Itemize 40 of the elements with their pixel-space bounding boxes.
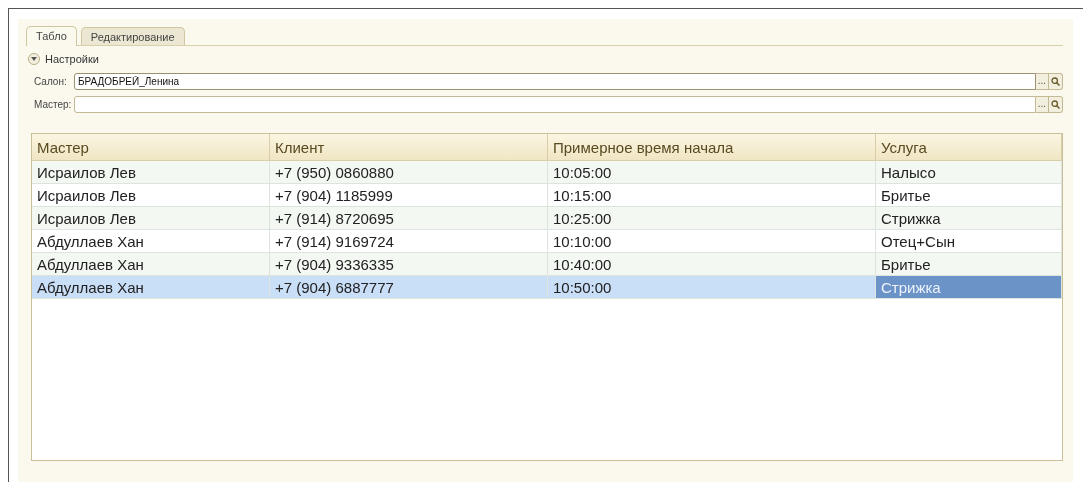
table-cell[interactable]: Бритье [876, 253, 1062, 276]
field-label: Салон: [34, 75, 68, 87]
table-cell[interactable]: Исраилов Лев [32, 207, 270, 230]
table-cell[interactable]: +7 (904) 1185999 [270, 184, 548, 207]
table-cell[interactable]: Исраилов Лев [32, 184, 270, 207]
table-cell[interactable]: 10:05:00 [548, 161, 876, 184]
input-field[interactable] [74, 95, 1036, 113]
caret-icon [31, 57, 37, 61]
search-button[interactable] [1049, 72, 1063, 90]
search-button[interactable] [1049, 95, 1063, 113]
table-cell[interactable]: Абдуллаев Хан [32, 253, 270, 276]
table-cell[interactable]: Стрижка [876, 207, 1062, 230]
column-header[interactable]: Клиент [270, 134, 548, 161]
table-cell[interactable]: Отец+Сын [876, 230, 1062, 253]
column-header[interactable]: Услуга [876, 134, 1062, 161]
table-cell[interactable]: 10:50:00 [548, 276, 876, 299]
table-cell[interactable]: 10:25:00 [548, 207, 876, 230]
tab[interactable]: Табло [26, 26, 77, 46]
column-header[interactable]: Мастер [32, 134, 270, 161]
table-cell[interactable]: +7 (914) 8720695 [270, 207, 548, 230]
search-icon [1051, 76, 1060, 86]
table-cell[interactable]: Бритье [876, 184, 1062, 207]
table-cell[interactable]: +7 (904) 9336335 [270, 253, 548, 276]
table-cell[interactable]: 10:40:00 [548, 253, 876, 276]
table-cell[interactable]: Налысо [876, 161, 1062, 184]
expand-toggle[interactable] [28, 53, 40, 65]
table-cell[interactable]: 10:10:00 [548, 230, 876, 253]
table-cell[interactable]: +7 (904) 6887777 [270, 276, 548, 299]
field-label: Мастер: [34, 98, 73, 110]
table-cell[interactable]: Абдуллаев Хан [32, 230, 270, 253]
table-cell[interactable]: 10:15:00 [548, 184, 876, 207]
settings-label: Настройки [45, 53, 99, 65]
input-field[interactable]: БРАДОБРЕЙ_Ленина [74, 72, 1036, 90]
tab[interactable]: Редактирование [80, 27, 185, 45]
table-cell[interactable]: Абдуллаев Хан [32, 276, 270, 299]
table-cell[interactable]: +7 (950) 0860880 [270, 161, 548, 184]
search-icon [1051, 99, 1060, 109]
column-header[interactable]: Примерное время начала [548, 134, 876, 161]
table-cell[interactable]: Исраилов Лев [32, 161, 270, 184]
table-cell[interactable]: +7 (914) 9169724 [270, 230, 548, 253]
